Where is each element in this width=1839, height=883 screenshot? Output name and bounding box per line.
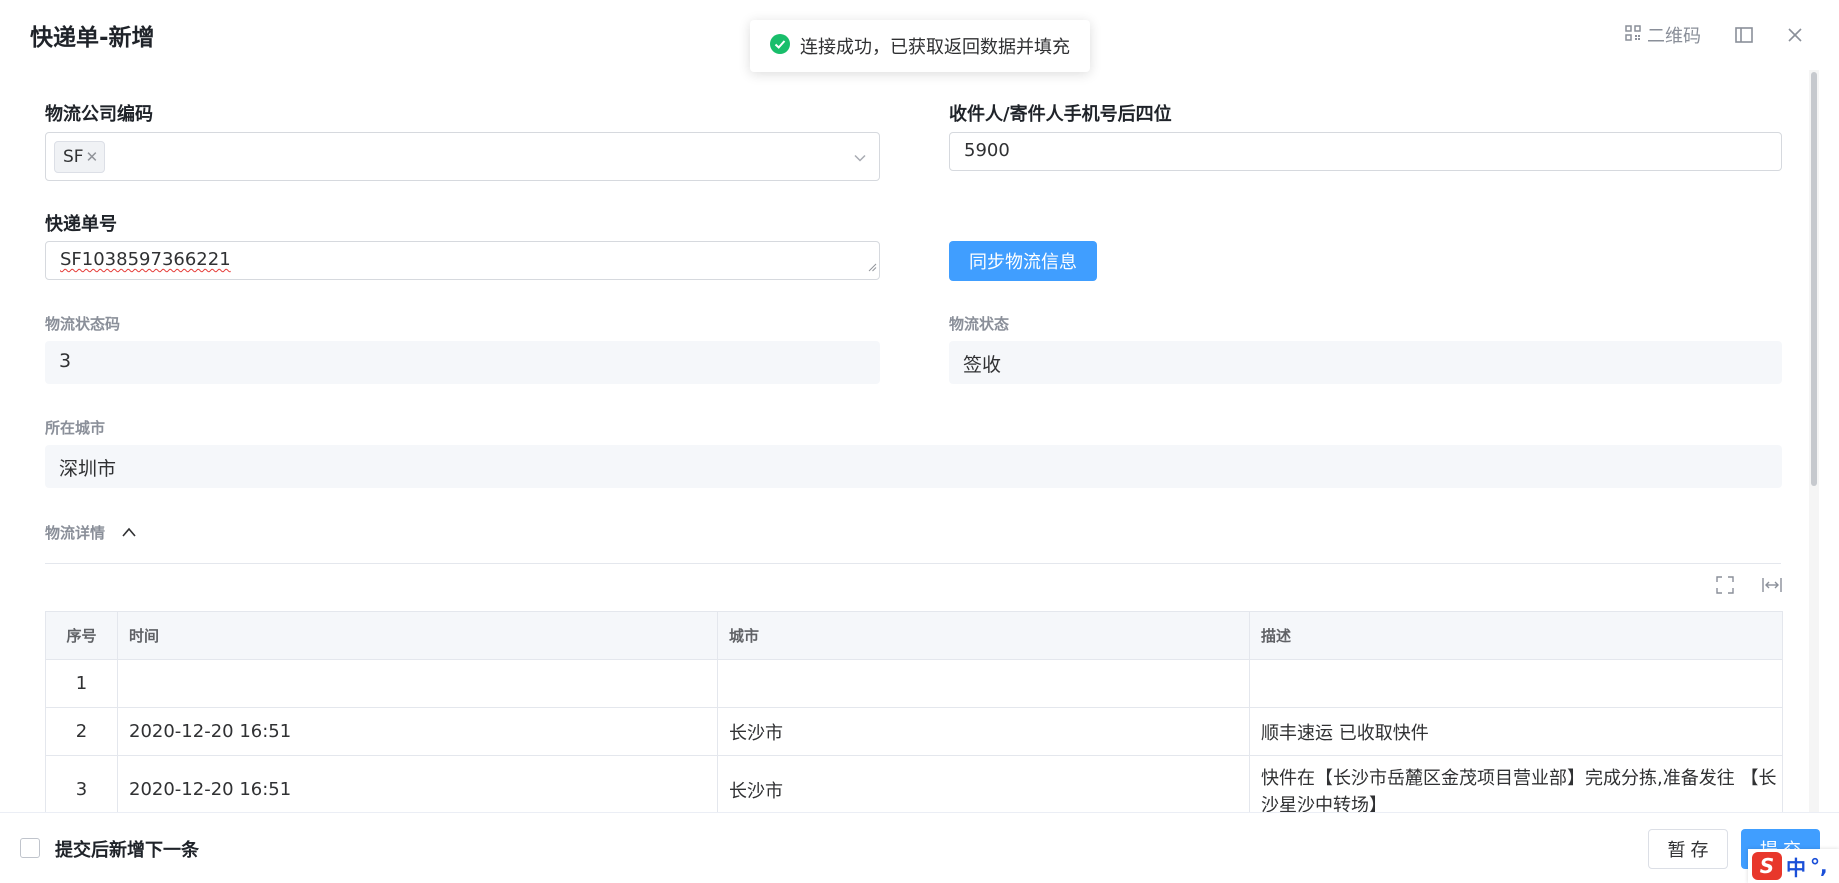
city-value: 深圳市	[59, 458, 117, 480]
success-toast: 连接成功，已获取返回数据并填充	[750, 20, 1090, 72]
company-code-select[interactable]: SF ✕	[45, 132, 880, 181]
cell-desc: 快件在【长沙市岳麓区金茂项目营业部】完成分拣,准备发往 【长沙星沙中转场】	[1249, 755, 1783, 812]
dialog-title: 快递单-新增	[30, 25, 155, 51]
status-value: 签收	[963, 354, 1002, 376]
table-toolbar	[1716, 576, 1782, 598]
cell-city: 长沙市	[717, 707, 1250, 756]
qr-code-label: 二维码	[1647, 26, 1701, 47]
cell-no: 2	[45, 707, 118, 756]
chevron-down-icon	[853, 149, 867, 170]
tracking-no-label: 快递单号	[45, 214, 117, 235]
selected-tag: SF ✕	[54, 141, 106, 173]
tracking-no-textarea[interactable]: SF1038597366221	[45, 241, 880, 280]
cell-no: 1	[45, 659, 118, 708]
city-label: 所在城市	[45, 419, 106, 437]
col-header-city: 城市	[717, 611, 1250, 660]
details-label: 物流详情	[45, 524, 106, 542]
tag-remove-icon[interactable]: ✕	[86, 148, 99, 166]
add-next-label[interactable]: 提交后新增下一条	[55, 836, 199, 862]
sync-logistics-button[interactable]: 同步物流信息	[949, 241, 1097, 281]
qr-code-icon	[1625, 24, 1641, 46]
city-field: 深圳市	[45, 445, 1782, 488]
col-header-time: 时间	[117, 611, 718, 660]
cell-time	[117, 659, 718, 708]
selected-tag-label: SF	[63, 147, 84, 167]
cell-city	[717, 659, 1250, 708]
dialog: 快递单-新增 二维码 连接成功，已获取返回数据并填充 物流公司编码 SF ✕ 收…	[0, 0, 1839, 883]
fullscreen-icon[interactable]	[1716, 576, 1734, 598]
table-row[interactable]: 3 2020-12-20 16:51 长沙市 快件在【长沙市岳麓区金茂项目营业部…	[45, 755, 1783, 812]
ime-punct: °,	[1810, 854, 1828, 878]
table-row[interactable]: 2 2020-12-20 16:51 长沙市 顺丰速运 已收取快件	[45, 707, 1783, 756]
toast-message: 连接成功，已获取返回数据并填充	[800, 37, 1070, 58]
form-body: 物流公司编码 SF ✕ 收件人/寄件人手机号后四位 5900 快递单号 SF10…	[20, 70, 1819, 812]
section-divider	[45, 563, 1781, 564]
sogou-logo-icon: S	[1752, 852, 1782, 880]
cell-desc	[1249, 659, 1783, 708]
vertical-scrollbar[interactable]	[1809, 70, 1819, 812]
save-draft-button[interactable]: 暂 存	[1648, 829, 1728, 869]
dialog-footer: 提交后新增下一条 暂 存 提 交	[0, 812, 1839, 883]
phone-last4-value: 5900	[964, 140, 1010, 161]
cell-desc: 顺丰速运 已收取快件	[1249, 707, 1783, 756]
ime-mode: 中	[1786, 855, 1806, 880]
close-icon[interactable]	[1787, 27, 1803, 43]
maximize-icon[interactable]	[1735, 27, 1753, 43]
column-width-icon[interactable]	[1762, 576, 1782, 598]
cell-city: 长沙市	[717, 755, 1250, 812]
status-code-label: 物流状态码	[45, 315, 121, 333]
resize-grip-icon[interactable]	[868, 256, 877, 277]
ime-toolbar[interactable]: S 中 °,	[1748, 849, 1839, 883]
status-label: 物流状态	[949, 315, 1010, 333]
logistics-table: 序号 时间 城市 描述 1 2 2020-12-20 16:51 长沙市 顺丰速…	[45, 611, 1783, 812]
phone-last4-input[interactable]: 5900	[949, 132, 1782, 171]
scrollbar-thumb[interactable]	[1811, 72, 1817, 486]
col-header-desc: 描述	[1249, 611, 1783, 660]
chevron-up-icon	[121, 523, 137, 542]
status-field: 签收	[949, 341, 1782, 384]
tracking-no-value: SF1038597366221	[60, 249, 231, 270]
cell-time: 2020-12-20 16:51	[117, 707, 718, 756]
cell-time: 2020-12-20 16:51	[117, 755, 718, 812]
header-actions: 二维码	[1625, 22, 1803, 48]
check-circle-icon	[770, 33, 790, 59]
status-code-value: 3	[59, 350, 72, 372]
company-code-label: 物流公司编码	[45, 104, 153, 125]
phone-last4-label: 收件人/寄件人手机号后四位	[949, 104, 1172, 125]
status-code-field: 3	[45, 341, 880, 384]
cell-no: 3	[45, 755, 118, 812]
table-row[interactable]: 1	[45, 659, 1783, 708]
table-header-row: 序号 时间 城市 描述	[45, 611, 1783, 660]
details-section-toggle[interactable]: 物流详情	[45, 522, 137, 543]
add-next-checkbox[interactable]	[20, 838, 40, 858]
qr-code-button[interactable]: 二维码	[1625, 22, 1701, 48]
col-header-no: 序号	[45, 611, 118, 660]
